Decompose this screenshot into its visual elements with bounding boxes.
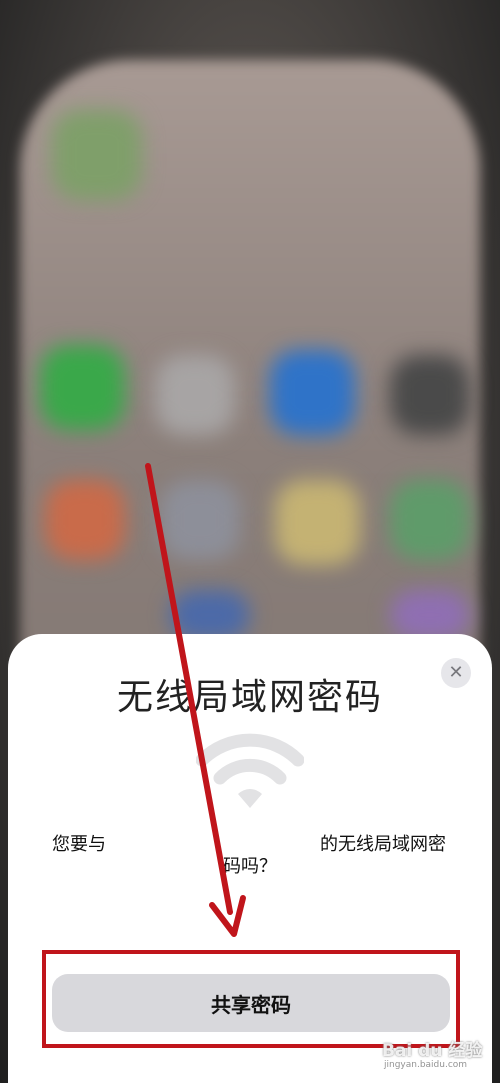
baidu-watermark-url: jingyan.baidu.com — [384, 1060, 468, 1070]
baidu-watermark: Bai du 经验 — [382, 1041, 483, 1061]
annotation-arrow — [145, 463, 246, 937]
